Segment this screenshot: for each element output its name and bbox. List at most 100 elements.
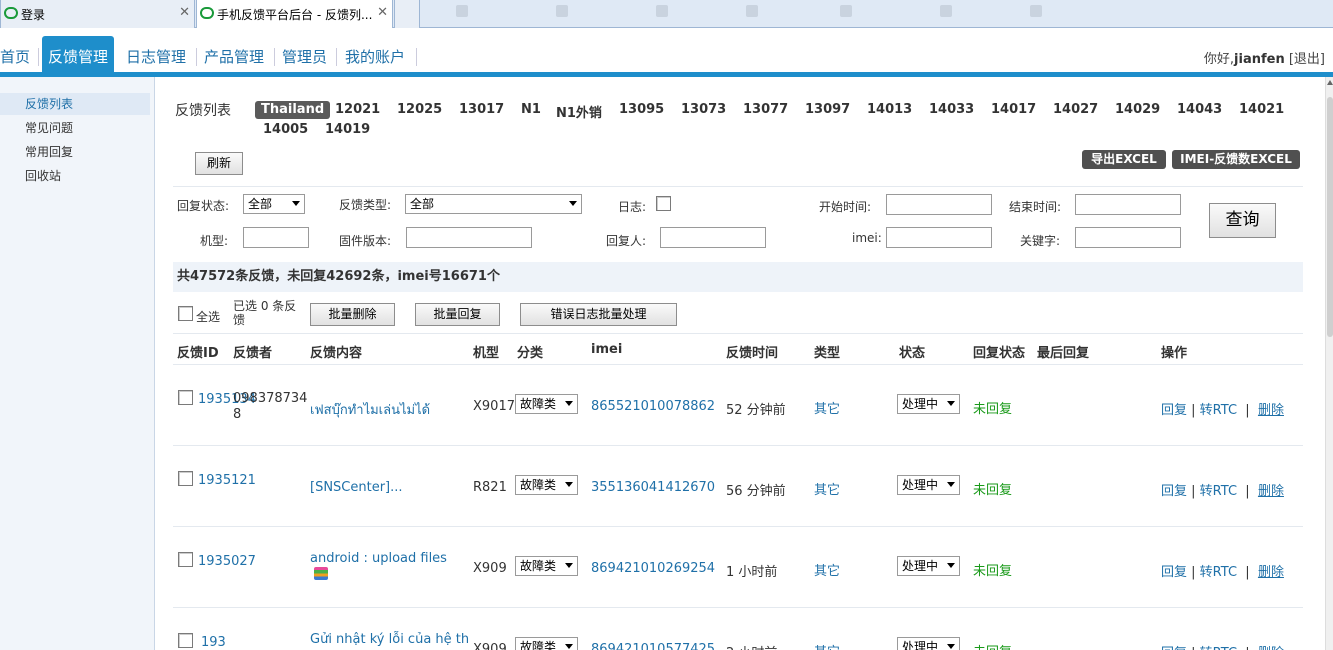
batch-delete-button[interactable]: 批量删除 [310, 303, 395, 326]
to-rtc-link[interactable]: 转RTC [1200, 646, 1237, 650]
reply-link[interactable]: 回复 [1161, 565, 1187, 580]
row-content[interactable]: เฟสบุ๊กทำไมเล่นไม่ได้ [310, 399, 430, 420]
browser-tab-login[interactable]: 登录 ✕ [0, 0, 195, 28]
model-input[interactable] [243, 227, 309, 248]
browser-tab-new[interactable] [394, 0, 420, 28]
start-time-input[interactable] [886, 194, 992, 215]
replier-input[interactable] [660, 227, 766, 248]
imei-label: imei: [852, 231, 882, 245]
query-button[interactable]: 查询 [1209, 203, 1276, 238]
nav-my-account[interactable]: 我的账户 [345, 36, 405, 72]
logout-link[interactable]: [退出] [1289, 52, 1325, 67]
sidebar-item-feedback-list[interactable]: 反馈列表 [0, 93, 150, 115]
blurred-bookmark[interactable] [840, 5, 856, 18]
delete-link[interactable]: 删除 [1258, 565, 1284, 580]
export-excel-button[interactable]: 导出EXCEL [1082, 150, 1166, 169]
row-status-select[interactable]: 处理中 [897, 394, 960, 414]
row-content-text[interactable]: android : upload files [310, 551, 447, 566]
filter-tag[interactable]: 14021 [1239, 102, 1284, 117]
vertical-scrollbar[interactable] [1325, 77, 1333, 650]
nav-product-management[interactable]: 产品管理 [204, 36, 264, 72]
blurred-bookmark[interactable] [456, 5, 472, 18]
sidebar-item-recycle-bin[interactable]: 回收站 [0, 165, 150, 187]
keyword-input[interactable] [1075, 227, 1181, 248]
delete-link[interactable]: 删除 [1258, 646, 1284, 650]
filter-tag[interactable]: 14029 [1115, 102, 1160, 117]
browser-tab-feedback[interactable]: 手机反馈平台后台 - 反馈列... ✕ [196, 0, 393, 28]
end-time-input[interactable] [1075, 194, 1181, 215]
filter-tag-thailand[interactable]: Thailand [255, 101, 331, 119]
filter-tag[interactable]: 13097 [805, 102, 850, 117]
filter-tag[interactable]: 13077 [743, 102, 788, 117]
row-category-select[interactable]: 故障类 [515, 475, 578, 495]
row-checkbox[interactable] [178, 633, 193, 648]
blurred-bookmark[interactable] [746, 5, 762, 18]
filter-tag[interactable]: N1外销 [556, 102, 602, 121]
blurred-bookmark[interactable] [656, 5, 672, 18]
row-status-select[interactable]: 处理中 [897, 637, 960, 650]
imei-input[interactable] [886, 227, 992, 248]
to-rtc-link[interactable]: 转RTC [1200, 565, 1237, 580]
nav-home[interactable]: 首页 [0, 36, 30, 72]
filter-tag[interactable]: 13095 [619, 102, 664, 117]
row-feedback-id[interactable]: 1935027 [178, 554, 256, 570]
reply-link[interactable]: 回复 [1161, 646, 1187, 650]
blurred-bookmark[interactable] [556, 5, 572, 18]
filter-tag[interactable]: 14019 [325, 122, 370, 137]
row-content[interactable]: Gửi nhật ký lỗi của hệ th [310, 632, 469, 647]
refresh-button[interactable]: 刷新 [195, 152, 243, 175]
nav-feedback-management[interactable]: 反馈管理 [42, 36, 115, 72]
row-category-select[interactable]: 故障类 [515, 637, 578, 650]
reply-status-value: 全部 [248, 197, 273, 211]
row-imei[interactable]: 869421010577425 [591, 642, 715, 650]
row-feedback-id[interactable]: 1935134 [178, 392, 256, 408]
close-icon[interactable]: ✕ [377, 5, 388, 20]
row-imei[interactable]: 865521010078862 [591, 399, 715, 414]
filter-tag[interactable]: 13017 [459, 102, 504, 117]
firmware-input[interactable] [406, 227, 532, 248]
export-imei-excel-button[interactable]: IMEI-反馈数EXCEL [1172, 150, 1300, 169]
row-category-select[interactable]: 故障类 [515, 394, 578, 414]
reply-link[interactable]: 回复 [1161, 484, 1187, 499]
row-feedback-id[interactable]: 193 [201, 635, 226, 650]
sidebar-item-common-replies[interactable]: 常用回复 [0, 141, 150, 163]
row-reply-status: 未回复 [973, 564, 1013, 579]
filter-tag[interactable]: 12025 [397, 102, 442, 117]
row-feedback-id[interactable]: 1935121 [178, 473, 256, 489]
row-content[interactable]: [SNSCenter]... [310, 480, 403, 495]
nav-admin[interactable]: 管理员 [282, 36, 327, 72]
row-status-select[interactable]: 处理中 [897, 475, 960, 495]
row-content[interactable]: android : upload files [310, 551, 450, 583]
reply-status-select[interactable]: 全部 [243, 194, 305, 214]
filter-tag[interactable]: 14033 [929, 102, 974, 117]
close-icon[interactable]: ✕ [179, 5, 190, 20]
filter-tag[interactable]: 14013 [867, 102, 912, 117]
to-rtc-link[interactable]: 转RTC [1200, 484, 1237, 499]
filter-tag[interactable]: 12021 [335, 102, 380, 117]
row-imei[interactable]: 869421010269254 [591, 561, 715, 576]
scrollbar-thumb[interactable] [1327, 97, 1333, 337]
filter-tag[interactable]: 13073 [681, 102, 726, 117]
filter-tag[interactable]: N1 [521, 102, 541, 117]
error-log-batch-button[interactable]: 错误日志批量处理 [520, 303, 677, 326]
filter-tag[interactable]: 14005 [263, 122, 308, 137]
to-rtc-link[interactable]: 转RTC [1200, 403, 1237, 418]
feedback-type-select[interactable]: 全部 [405, 194, 582, 214]
filter-tag[interactable]: 14027 [1053, 102, 1098, 117]
filter-tag[interactable]: 14017 [991, 102, 1036, 117]
reply-link[interactable]: 回复 [1161, 403, 1187, 418]
scroll-up-arrow-icon[interactable] [1327, 80, 1333, 85]
filter-tag[interactable]: 14043 [1177, 102, 1222, 117]
select-all-checkbox[interactable] [178, 306, 193, 321]
delete-link[interactable]: 删除 [1258, 403, 1284, 418]
batch-reply-button[interactable]: 批量回复 [415, 303, 500, 326]
delete-link[interactable]: 删除 [1258, 484, 1284, 499]
row-status-select[interactable]: 处理中 [897, 556, 960, 576]
log-checkbox[interactable] [656, 196, 671, 211]
blurred-bookmark[interactable] [940, 5, 956, 18]
row-imei[interactable]: 355136041412670 [591, 480, 715, 495]
sidebar-item-faq[interactable]: 常见问题 [0, 117, 150, 139]
nav-log-management[interactable]: 日志管理 [126, 36, 186, 72]
row-category-select[interactable]: 故障类 [515, 556, 578, 576]
blurred-bookmark[interactable] [1030, 5, 1046, 18]
